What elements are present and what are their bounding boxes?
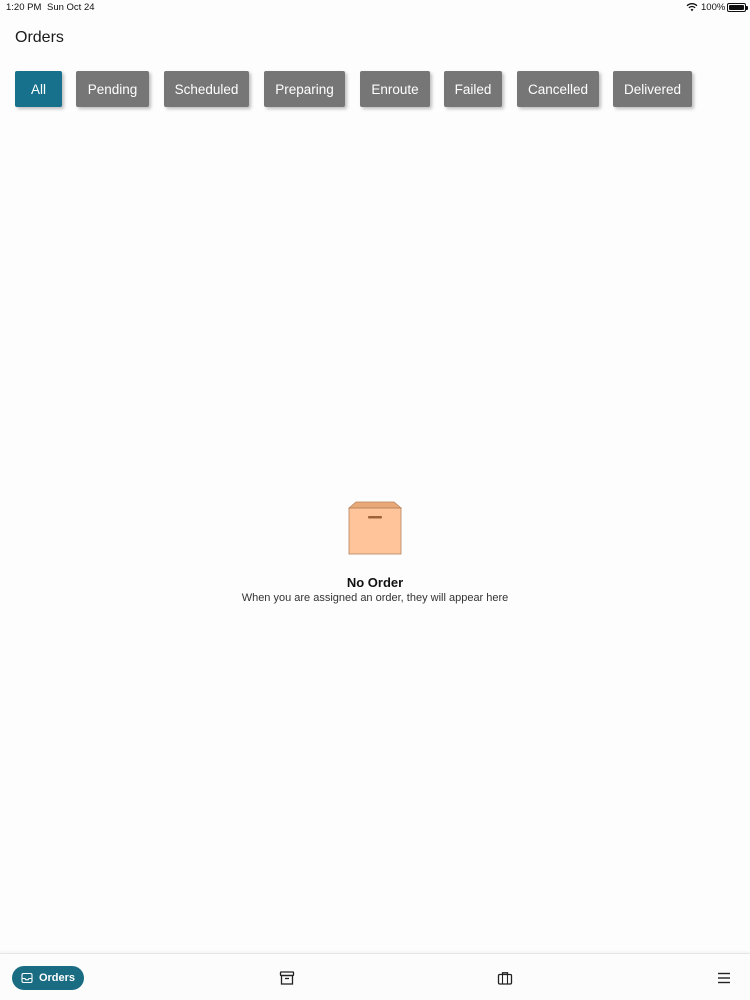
status-date: Sun Oct 24 xyxy=(47,2,95,13)
filter-pending-button[interactable]: Pending xyxy=(76,71,149,107)
filter-preparing-button[interactable]: Preparing xyxy=(264,71,345,107)
inbox-icon xyxy=(21,972,33,984)
box-icon xyxy=(347,501,403,555)
filter-cancelled-button[interactable]: Cancelled xyxy=(517,71,599,107)
status-bar: 1:20 PM Sun Oct 24 100% xyxy=(0,0,750,16)
filter-delivered-button[interactable]: Delivered xyxy=(613,71,692,107)
wifi-icon xyxy=(686,3,698,12)
filter-all-button[interactable]: All xyxy=(15,71,62,107)
archive-icon[interactable] xyxy=(279,970,295,986)
briefcase-icon[interactable] xyxy=(497,970,513,986)
battery-fill xyxy=(729,5,744,10)
filter-scheduled-button[interactable]: Scheduled xyxy=(164,71,249,107)
battery-percent: 100% xyxy=(701,2,726,13)
tab-orders[interactable]: Orders xyxy=(12,966,84,990)
bottom-tab-bar: Orders xyxy=(0,953,750,1000)
filter-enroute-button[interactable]: Enroute xyxy=(360,71,430,107)
page-title: Orders xyxy=(15,29,64,46)
filter-failed-button[interactable]: Failed xyxy=(444,71,502,107)
tab-orders-label: Orders xyxy=(38,972,76,984)
battery-icon xyxy=(727,3,748,12)
empty-state-message: When you are assigned an order, they wil… xyxy=(241,592,509,604)
menu-icon[interactable] xyxy=(716,970,732,986)
status-time: 1:20 PM xyxy=(6,2,42,13)
empty-state-title: No Order xyxy=(346,575,404,590)
